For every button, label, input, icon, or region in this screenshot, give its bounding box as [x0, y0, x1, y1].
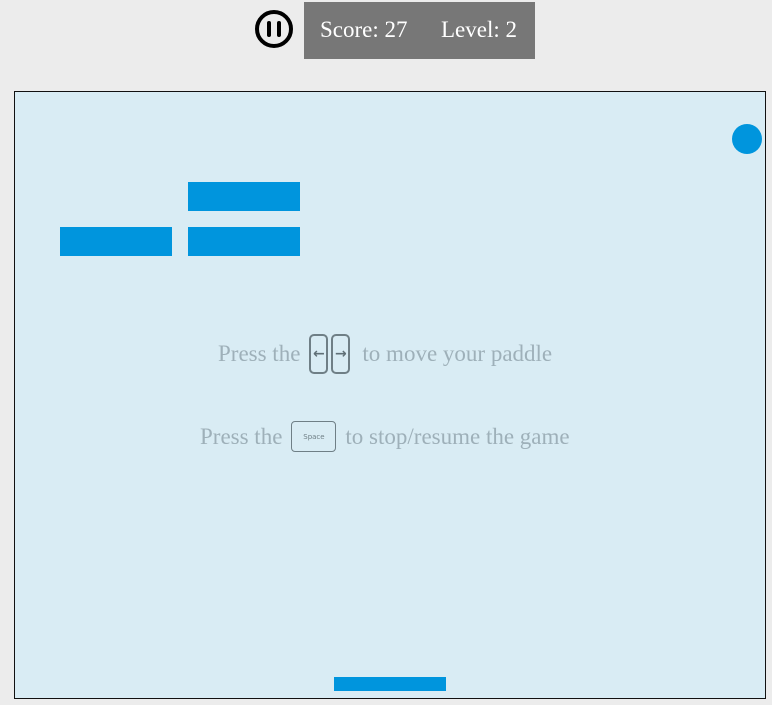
right-arrow-key: → — [331, 334, 351, 374]
pause-circle-icon — [255, 10, 293, 48]
score-display: Score: 27 — [320, 17, 408, 42]
move-instruction: Press the ← → to move your paddle — [218, 334, 552, 374]
ball — [732, 124, 762, 154]
score-level-panel: Score: 27 Level: 2 — [304, 2, 535, 59]
brick — [188, 227, 300, 256]
game-board[interactable]: Press the ← → to move your paddle Press … — [14, 91, 766, 699]
pause-instruction-prefix: Press the — [200, 423, 283, 449]
paddle[interactable] — [334, 677, 446, 691]
move-instruction-suffix: to move your paddle — [362, 341, 553, 366]
pause-instruction: Press the Space to stop/resume the game — [200, 421, 570, 452]
brick — [188, 182, 300, 211]
space-key: Space — [291, 421, 337, 452]
move-instruction-prefix: Press the — [218, 341, 301, 366]
level-display: Level: 2 — [441, 17, 517, 42]
left-arrow-key: ← — [309, 334, 329, 374]
game-header: Score: 27 Level: 2 — [0, 0, 772, 60]
pause-instruction-suffix: to stop/resume the game — [345, 423, 570, 449]
pause-button[interactable] — [254, 9, 294, 49]
brick — [60, 227, 172, 256]
